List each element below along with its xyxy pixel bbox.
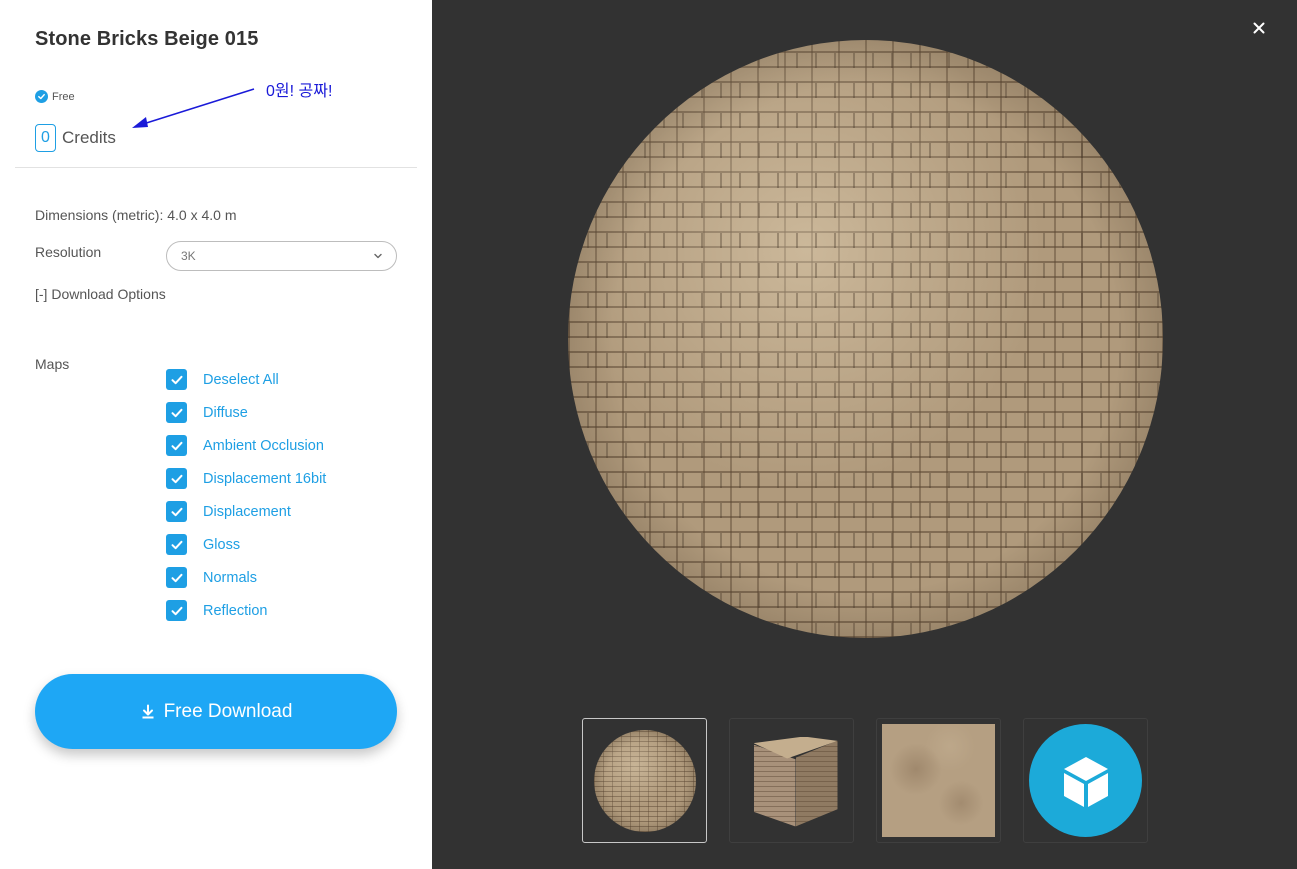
maps-label: Maps xyxy=(35,356,70,372)
preview-thumbnails xyxy=(582,718,1148,843)
resolution-label: Resolution xyxy=(35,244,102,260)
thumbnail-flat-texture[interactable] xyxy=(876,718,1001,843)
thumbnail-cube[interactable] xyxy=(729,718,854,843)
resolution-select[interactable]: 3K xyxy=(166,241,397,271)
credits-label: Credits xyxy=(62,128,116,147)
credits-cost: 0 Credits xyxy=(35,124,116,152)
asset-details-panel: Stone Bricks Beige 015 Free 0 Credits 0원… xyxy=(0,0,432,869)
cube-preview-image xyxy=(742,731,842,831)
map-item-deselect-all[interactable]: Deselect All xyxy=(166,363,386,396)
asset-title: Stone Bricks Beige 015 xyxy=(35,28,259,50)
checkbox[interactable] xyxy=(166,600,187,621)
checkbox[interactable] xyxy=(166,534,187,555)
free-download-label: Free Download xyxy=(163,700,293,722)
maps-checklist: Deselect All Diffuse Ambient Occlusion D… xyxy=(166,363,386,627)
credits-value: 0 xyxy=(35,124,56,152)
resolution-value: 3K xyxy=(181,249,196,263)
download-options-toggle[interactable]: [-] Download Options xyxy=(35,286,166,302)
map-item-gloss[interactable]: Gloss xyxy=(166,528,386,561)
checkmark-icon xyxy=(171,540,182,549)
map-item-label[interactable]: Diffuse xyxy=(203,405,248,421)
map-item-label[interactable]: Deselect All xyxy=(203,372,279,388)
sphere-preview-image xyxy=(593,729,696,832)
close-button[interactable] xyxy=(1249,18,1269,38)
map-item-displacement-16bit[interactable]: Displacement 16bit xyxy=(166,462,386,495)
checkmark-icon xyxy=(171,573,182,582)
free-download-button[interactable]: Free Download xyxy=(35,674,397,749)
close-icon xyxy=(1253,22,1265,34)
checkmark-icon xyxy=(171,606,182,615)
download-icon xyxy=(142,704,154,718)
annotation-arrow xyxy=(132,88,255,128)
map-item-label[interactable]: Displacement xyxy=(203,504,291,520)
map-item-diffuse[interactable]: Diffuse xyxy=(166,396,386,429)
sketchfab-logo xyxy=(1029,724,1142,837)
map-item-label[interactable]: Gloss xyxy=(203,537,240,553)
checkmark-icon xyxy=(171,507,182,516)
map-item-label[interactable]: Ambient Occlusion xyxy=(203,438,324,454)
material-sphere-preview[interactable] xyxy=(568,40,1163,638)
price-tag: Free xyxy=(35,89,75,103)
map-item-label[interactable]: Normals xyxy=(203,570,257,586)
checkbox[interactable] xyxy=(166,402,187,423)
map-item-displacement[interactable]: Displacement xyxy=(166,495,386,528)
brick-texture xyxy=(568,40,1163,638)
map-item-ambient-occlusion[interactable]: Ambient Occlusion xyxy=(166,429,386,462)
price-tag-label: Free xyxy=(52,91,75,103)
checkmark-icon xyxy=(171,474,182,483)
checkbox[interactable] xyxy=(166,501,187,522)
divider xyxy=(15,167,417,168)
map-item-normals[interactable]: Normals xyxy=(166,561,386,594)
sketchfab-cube-icon xyxy=(1063,756,1108,807)
checkmark-icon xyxy=(171,375,182,384)
chevron-down-icon xyxy=(374,253,382,259)
map-item-label[interactable]: Displacement 16bit xyxy=(203,471,326,487)
checkmark-icon xyxy=(171,408,182,417)
cube-right-face xyxy=(795,740,838,827)
check-circle-icon xyxy=(35,89,48,103)
checkbox[interactable] xyxy=(166,468,187,489)
checkbox[interactable] xyxy=(166,435,187,456)
map-item-reflection[interactable]: Reflection xyxy=(166,594,386,627)
checkmark-icon xyxy=(171,441,182,450)
thumbnail-sphere[interactable] xyxy=(582,718,707,843)
material-preview xyxy=(432,0,1297,869)
annotation-note: 0원! 공짜! xyxy=(266,83,333,100)
checkbox[interactable] xyxy=(166,567,187,588)
thumbnail-sketchfab[interactable] xyxy=(1023,718,1148,843)
flat-texture-image xyxy=(882,724,995,837)
dimensions-text: Dimensions (metric): 4.0 x 4.0 m xyxy=(35,207,237,223)
checkbox[interactable] xyxy=(166,369,187,390)
map-item-label[interactable]: Reflection xyxy=(203,603,267,619)
